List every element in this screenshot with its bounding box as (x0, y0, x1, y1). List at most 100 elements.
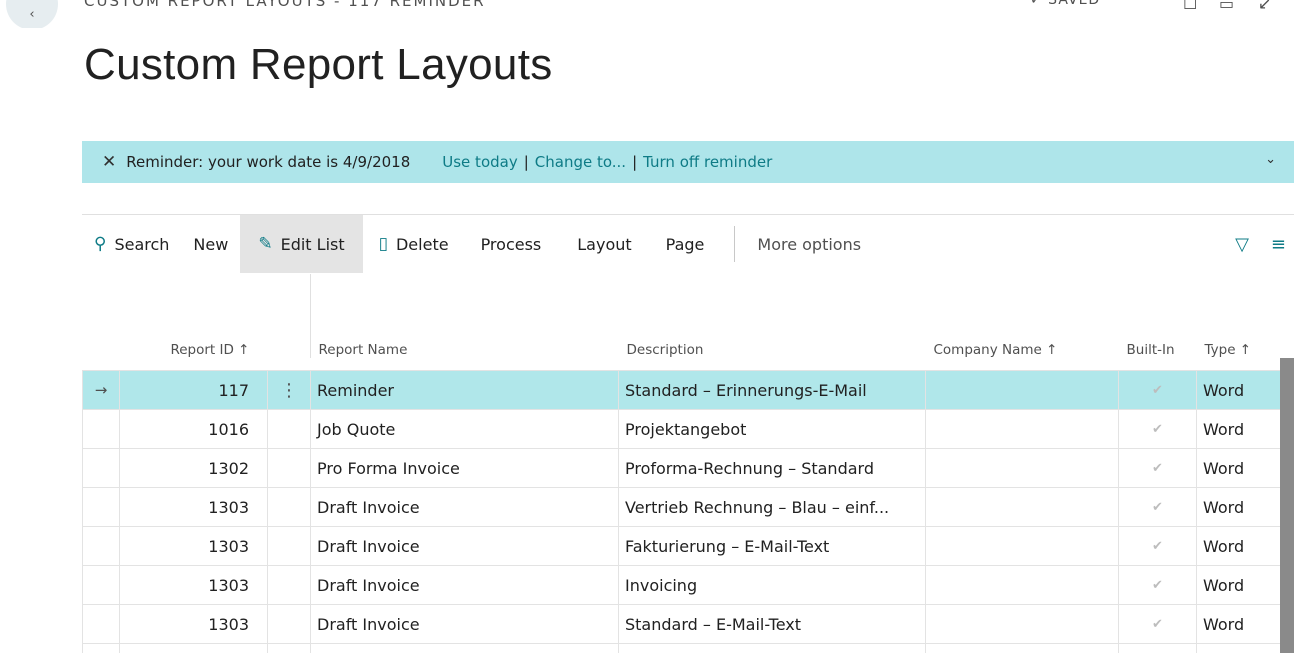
row-actions-cell[interactable] (267, 604, 311, 644)
list-view-icon[interactable]: ≡ (1271, 234, 1286, 255)
back-button[interactable]: ‹ (6, 0, 58, 28)
vertical-scrollbar[interactable] (1280, 358, 1294, 653)
more-vertical-icon[interactable]: ⋮ (280, 380, 298, 401)
new-button[interactable]: New (181, 215, 240, 273)
company-name-cell[interactable] (925, 604, 1119, 644)
report-name-cell[interactable]: Draft Invoice (310, 643, 619, 653)
report-id-cell[interactable]: 1303 (119, 526, 268, 566)
trash-icon: ▯ (378, 234, 388, 254)
report-id-cell[interactable]: 1303 (119, 565, 268, 605)
delete-button[interactable]: ▯ Delete (363, 215, 463, 273)
row-actions-cell[interactable] (267, 565, 311, 605)
type-cell[interactable]: Word (1196, 565, 1281, 605)
open-new-window-icon[interactable]: ▭ (1219, 0, 1234, 13)
table-row[interactable]: 1016 Job Quote Projektangebot ✔ Word (82, 409, 1281, 449)
report-name-cell[interactable]: Job Quote (310, 409, 619, 449)
chevron-left-icon: ‹ (29, 7, 35, 22)
search-button[interactable]: ⚲ Search (82, 215, 181, 273)
company-name-cell[interactable] (925, 643, 1119, 653)
built-in-checkbox: ✔ (1118, 643, 1197, 653)
column-header-company-name[interactable]: Company Name ↑ (926, 274, 1119, 371)
breadcrumb: CUSTOM REPORT LAYOUTS - 117 REMINDER (84, 0, 486, 10)
report-id-cell[interactable]: 1303 (119, 487, 268, 527)
built-in-checkbox: ✔ (1118, 370, 1197, 410)
row-actions-cell[interactable] (267, 409, 311, 449)
type-cell[interactable]: Word (1196, 370, 1281, 410)
type-cell[interactable]: Word (1196, 487, 1281, 527)
delete-label: Delete (395, 234, 449, 254)
process-menu[interactable]: Process (463, 215, 560, 273)
row-actions-cell[interactable] (267, 487, 311, 527)
divider (734, 226, 736, 262)
table-row[interactable]: 1303 Draft Invoice Fakturierung – E-Mail-T… (82, 526, 1281, 566)
report-name-cell[interactable]: Draft Invoice (310, 565, 619, 605)
turn-off-reminder-link[interactable]: Turn off reminder (643, 153, 772, 171)
description-cell[interactable]: Proforma-Rechnung – Standard (618, 448, 926, 488)
row-actions-cell[interactable]: ⋮ (267, 370, 311, 410)
report-id-cell[interactable]: 117 (119, 370, 268, 410)
collapse-icon[interactable]: ↙ (1258, 0, 1271, 13)
layout-menu[interactable]: Layout (559, 215, 649, 273)
table-row[interactable]: 1303 Draft Invoice Vertrieb Rechnung – Bla… (82, 487, 1281, 527)
type-cell[interactable]: Word (1196, 604, 1281, 644)
company-name-cell[interactable] (925, 370, 1119, 410)
company-name-cell[interactable] (925, 526, 1119, 566)
company-name-cell[interactable] (925, 409, 1119, 449)
description-cell[interactable]: Invoicing (618, 565, 926, 605)
row-actions-cell[interactable] (267, 643, 311, 653)
report-id-cell[interactable]: 1302 (119, 448, 268, 488)
type-cell[interactable]: Word (1196, 526, 1281, 566)
filter-icon[interactable]: ▽ (1235, 234, 1249, 255)
saved-status: ✓ SAVED (1030, 0, 1101, 8)
table-row[interactable]: 1303 Draft Invoice Invoicing ✔ Word (82, 565, 1281, 605)
close-icon[interactable]: ✕ (102, 152, 116, 172)
column-header-type[interactable]: Type ↑ (1197, 274, 1281, 371)
built-in-checkbox: ✔ (1118, 565, 1197, 605)
report-layouts-grid: Report ID ↑ Report Name Description Comp… (82, 274, 1294, 653)
page-menu[interactable]: Page (650, 215, 721, 273)
more-options-label: More options (757, 234, 862, 254)
report-name-cell[interactable]: Draft Invoice (310, 526, 619, 566)
type-cell[interactable]: Word (1196, 448, 1281, 488)
description-cell[interactable]: Vertrieb Rechnung – Blau – einf... (618, 487, 926, 527)
list-tools: ▽ ≡ (1213, 215, 1286, 273)
edit-list-button[interactable]: ✎ Edit List (240, 215, 363, 273)
table-row[interactable]: 1303 Draft InvoiceEinfach – E-Mail-Text ✔W… (82, 643, 1281, 653)
built-in-checkbox: ✔ (1118, 604, 1197, 644)
report-name-cell[interactable]: Draft Invoice (310, 487, 619, 527)
column-header-report-name[interactable]: Report Name (311, 274, 619, 371)
column-header-built-in[interactable]: Built-In (1119, 274, 1197, 371)
company-name-cell[interactable] (925, 487, 1119, 527)
description-cell[interactable]: Standard – E-Mail-Text (618, 604, 926, 644)
table-row[interactable]: 1302 Pro Forma Invoice Proforma-Rechnung –… (82, 448, 1281, 488)
description-cell[interactable]: Projektangebot (618, 409, 926, 449)
report-id-cell[interactable]: 1303 (119, 643, 268, 653)
report-name-cell[interactable]: Pro Forma Invoice (310, 448, 619, 488)
description-cell[interactable]: Einfach – E-Mail-Text (618, 643, 926, 653)
company-name-cell[interactable] (925, 565, 1119, 605)
built-in-checkbox: ✔ (1118, 526, 1197, 566)
column-header-description[interactable]: Description (619, 274, 926, 371)
description-cell[interactable]: Standard – Erinnerungs-E-Mail (618, 370, 926, 410)
report-id-cell[interactable]: 1303 (119, 604, 268, 644)
table-row[interactable]: 1303 Draft Invoice Standard – E-Mail-Text ✔… (82, 604, 1281, 644)
type-cell[interactable]: Word (1196, 409, 1281, 449)
bookmark-icon[interactable]: ☐ (1183, 0, 1197, 13)
search-icon: ⚲ (94, 234, 107, 254)
use-today-link[interactable]: Use today (442, 153, 517, 171)
company-name-cell[interactable] (925, 448, 1119, 488)
report-id-cell[interactable]: 1016 (119, 409, 268, 449)
change-to-link[interactable]: Change to... (535, 153, 626, 171)
reminder-text: Reminder: your work date is 4/9/2018 (126, 153, 411, 171)
more-options-button[interactable]: More options (745, 215, 873, 273)
action-bar: ⚲ Search New ✎ Edit List ▯ Delete Proces… (82, 214, 1294, 273)
report-name-cell[interactable]: Reminder (310, 370, 619, 410)
column-header-report-id[interactable]: Report ID ↑ (120, 274, 268, 371)
row-actions-cell[interactable] (267, 448, 311, 488)
description-cell[interactable]: Fakturierung – E-Mail-Text (618, 526, 926, 566)
row-actions-cell[interactable] (267, 526, 311, 566)
report-name-cell[interactable]: Draft Invoice (310, 604, 619, 644)
chevron-down-icon[interactable]: ⌄ (1265, 152, 1276, 167)
table-row[interactable]: → 117 ⋮ Reminder Standard – Erinnerungs-E-Ma… (82, 370, 1281, 410)
type-cell[interactable]: Word (1196, 643, 1281, 653)
